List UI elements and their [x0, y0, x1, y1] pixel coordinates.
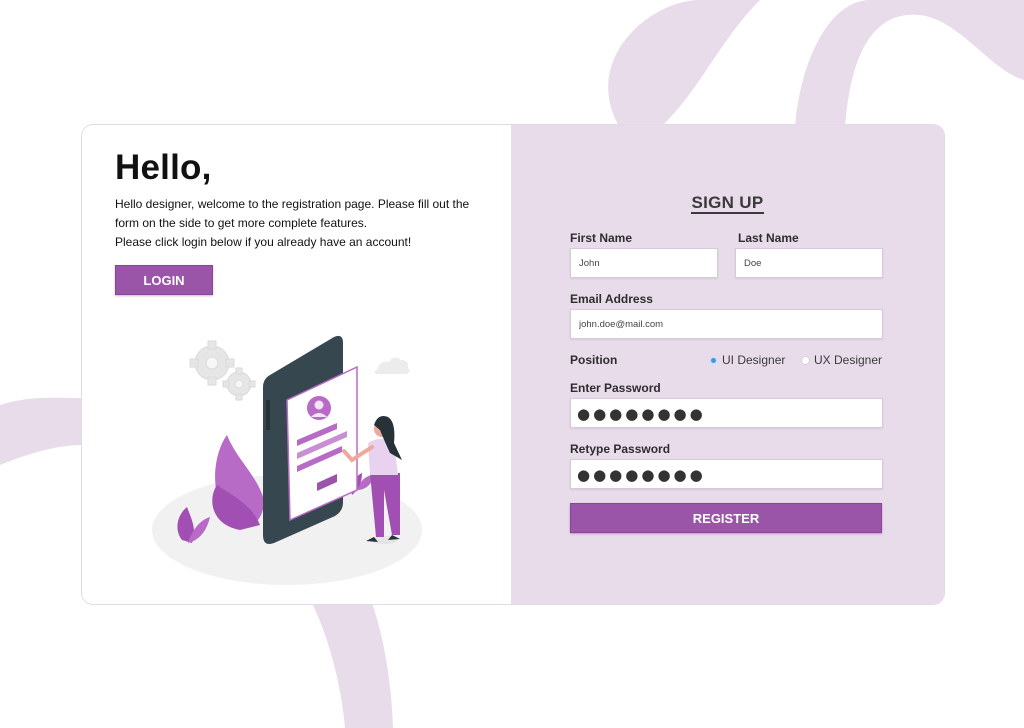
position-option-ui-label: UI Designer [722, 353, 786, 367]
welcome-heading: Hello, [115, 148, 212, 187]
password-field[interactable]: ●●●●●●●● [570, 398, 883, 428]
last-name-label: Last Name [738, 231, 799, 245]
radio-selected-icon[interactable] [709, 355, 718, 365]
signup-panel: SIGN UP First Name Last Name Email Addre… [511, 125, 944, 604]
position-option-ui[interactable]: UI Designer [709, 353, 785, 367]
signup-title-text: SIGN UP [691, 193, 764, 214]
password-label: Enter Password [570, 381, 661, 395]
first-name-label: First Name [570, 231, 633, 245]
welcome-text-line2: Please click login below if you already … [115, 235, 412, 249]
signup-title: SIGN UP [511, 193, 944, 214]
welcome-message: Hello designer, welcome to the registrat… [115, 195, 485, 252]
last-name-field[interactable] [735, 248, 883, 278]
registration-card: Hello, Hello designer, welcome to the re… [81, 124, 945, 605]
retype-password-field[interactable]: ●●●●●●●● [570, 459, 883, 489]
cloud-icon [374, 357, 410, 374]
welcome-text-line1: Hello designer, welcome to the registrat… [115, 197, 470, 230]
email-label: Email Address [570, 292, 653, 306]
retype-password-label: Retype Password [570, 442, 671, 456]
position-option-ux-label: UX Designer [814, 353, 883, 367]
gear-icon [222, 367, 256, 401]
email-field[interactable] [570, 309, 883, 339]
gear-icon [189, 340, 235, 386]
radio-unselected-icon[interactable] [801, 355, 810, 365]
register-button[interactable]: REGISTER [570, 503, 882, 533]
welcome-panel: Hello, Hello designer, welcome to the re… [82, 125, 511, 604]
registration-illustration [152, 335, 422, 585]
first-name-field[interactable] [570, 248, 718, 278]
position-option-ux[interactable]: UX Designer [801, 353, 882, 367]
login-button[interactable]: LOGIN [115, 265, 213, 295]
position-label: Position [570, 353, 618, 367]
